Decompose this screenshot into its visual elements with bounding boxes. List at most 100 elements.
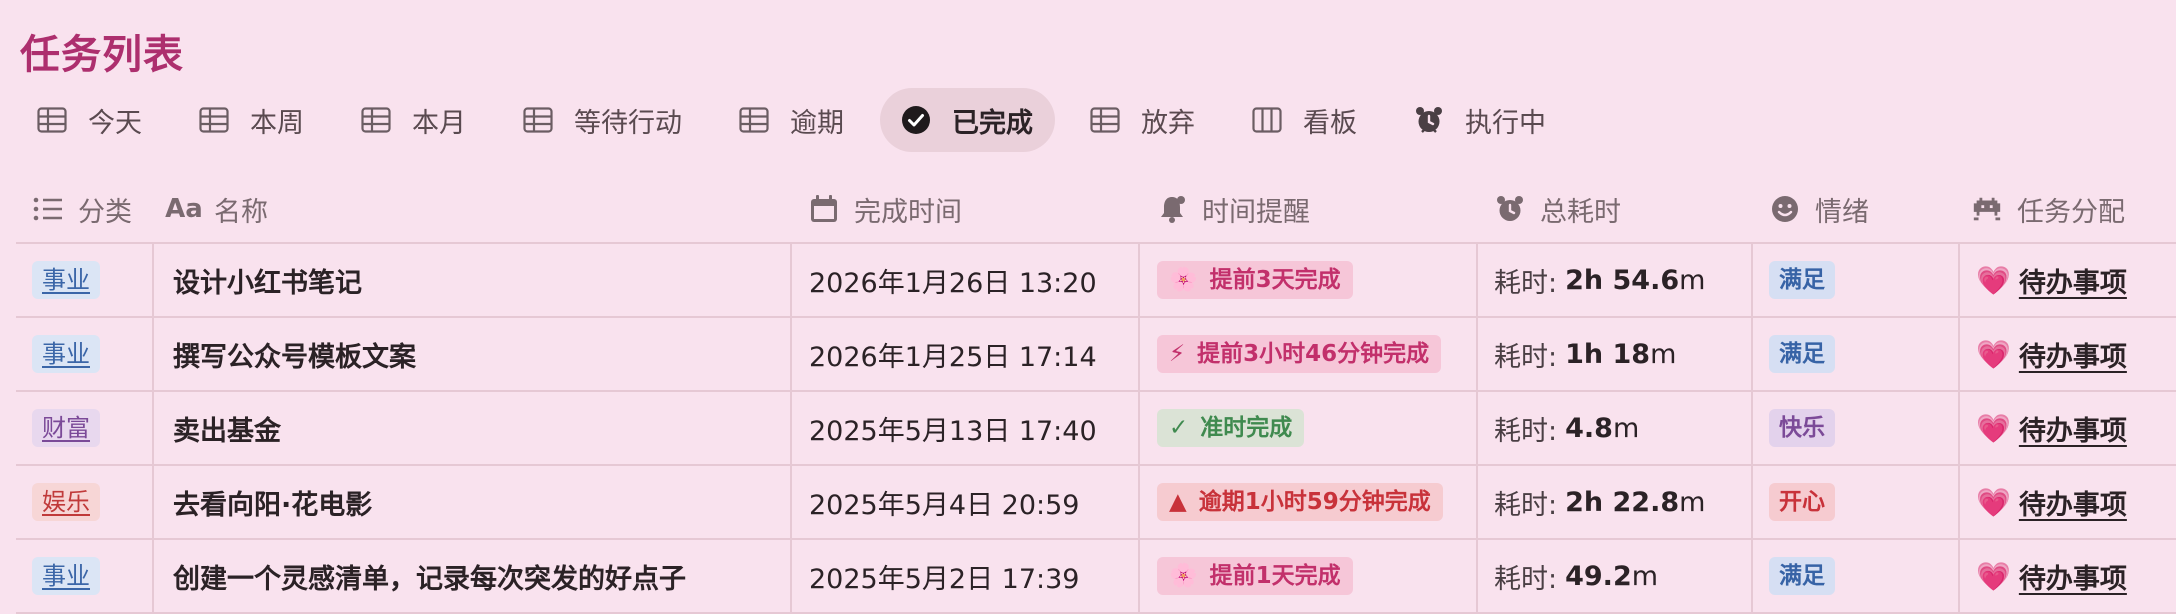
task-name[interactable]: 撰写公众号模板文案 [173, 318, 416, 390]
column-header-category[interactable]: 分类 [32, 176, 132, 242]
mood-tag[interactable]: 满足 [1769, 261, 1835, 299]
table-icon [360, 104, 392, 136]
check-circle-icon [900, 104, 932, 136]
heart-icon: 💗 [1976, 337, 2011, 371]
table-icon [36, 104, 68, 136]
mood-cell[interactable]: 满足 [1769, 244, 1835, 316]
heart-icon: 💗 [1976, 263, 2011, 297]
duration-cell: 耗时: 49.2 m [1494, 560, 1659, 595]
mood-tag[interactable]: 快乐 [1769, 409, 1835, 447]
reminder-badge: ⚡ 提前3小时46分钟完成 [1157, 335, 1442, 373]
check-icon: ✓ [1169, 415, 1189, 441]
view-tabs: 今天 本周 本月 等待行动 逾期 已完成 放弃 看板 执行中 [16, 88, 1582, 152]
tab-waiting[interactable]: 等待行动 [502, 88, 704, 152]
assignment-link[interactable]: 待办事项 [2019, 335, 2127, 374]
tab-board[interactable]: 看板 [1231, 88, 1379, 152]
assignment-link[interactable]: 待办事项 [2019, 483, 2127, 522]
calendar-icon [808, 193, 840, 225]
tab-label: 本周 [250, 107, 304, 139]
table-icon [738, 104, 770, 136]
category-tag[interactable]: 财富 [32, 409, 100, 447]
table-icon [1089, 104, 1121, 136]
bell-icon [1156, 193, 1188, 225]
tab-overdue[interactable]: 逾期 [718, 88, 866, 152]
reminder-cell: ✓ 准时完成 [1157, 392, 1305, 464]
tab-this-week[interactable]: 本周 [178, 88, 326, 152]
category-cell[interactable]: 事业 [32, 318, 100, 390]
tab-label: 等待行动 [574, 107, 682, 139]
blossom-icon: 🌸 [1169, 563, 1198, 589]
task-name[interactable]: 创建一个灵感清单，记录每次突发的好点子 [173, 540, 686, 612]
column-header-assignment[interactable]: 任务分配 [1971, 176, 2125, 242]
category-cell[interactable]: 事业 [32, 540, 100, 612]
assignment-link[interactable]: 待办事项 [2019, 261, 2127, 300]
table-header: 分类 Aa 名称 完成时间 时间提醒 总耗时 情绪 任务分配 [16, 176, 2176, 244]
mood-cell[interactable]: 满足 [1769, 318, 1835, 390]
category-tag[interactable]: 事业 [32, 261, 100, 299]
task-name[interactable]: 去看向阳·花电影 [173, 466, 372, 538]
tab-this-month[interactable]: 本月 [340, 88, 488, 152]
completed-at: 2025年5月13日 17:40 [809, 415, 1097, 447]
category-cell[interactable]: 财富 [32, 392, 100, 464]
category-cell[interactable]: 娱乐 [32, 466, 100, 538]
table-row[interactable]: 娱乐 去看向阳·花电影 2025年5月4日 20:59 ▲ 逾期1小时59分钟完成… [16, 466, 2176, 540]
assignment-cell[interactable]: 💗 待办事项 [1976, 466, 2127, 538]
completed-at: 2025年5月2日 17:39 [809, 563, 1080, 595]
task-name[interactable]: 卖出基金 [173, 392, 281, 464]
reminder-cell: 🌸 提前3天完成 [1157, 244, 1353, 316]
category-cell[interactable]: 事业 [32, 244, 100, 316]
mood-tag[interactable]: 满足 [1769, 557, 1835, 595]
duration-cell: 耗时: 1h 18 m [1494, 338, 1677, 373]
tab-abandoned[interactable]: 放弃 [1069, 88, 1217, 152]
task-name[interactable]: 设计小红书笔记 [173, 244, 362, 316]
duration-cell: 耗时: 2h 22.8 m [1494, 486, 1706, 521]
reminder-cell: ⚡ 提前3小时46分钟完成 [1157, 318, 1442, 390]
assignment-cell[interactable]: 💗 待办事项 [1976, 392, 2127, 464]
table-icon [198, 104, 230, 136]
reminder-badge: 🌸 提前1天完成 [1157, 557, 1353, 595]
text-aa-icon: Aa [165, 194, 203, 224]
table-row[interactable]: 事业 设计小红书笔记 2026年1月26日 13:20 🌸 提前3天完成 耗时: 2… [16, 244, 2176, 318]
mood-cell[interactable]: 开心 [1769, 466, 1835, 538]
assignment-link[interactable]: 待办事项 [2019, 409, 2127, 448]
completed-at: 2026年1月25日 17:14 [809, 341, 1097, 373]
tab-completed[interactable]: 已完成 [880, 88, 1055, 152]
assignment-cell[interactable]: 💗 待办事项 [1976, 540, 2127, 612]
mood-cell[interactable]: 快乐 [1769, 392, 1835, 464]
category-tag[interactable]: 事业 [32, 335, 100, 373]
tab-label: 执行中 [1465, 107, 1546, 139]
assignment-link[interactable]: 待办事项 [2019, 557, 2127, 596]
reminder-cell: ▲ 逾期1小时59分钟完成 [1157, 466, 1443, 538]
completed-at: 2026年1月26日 13:20 [809, 267, 1097, 299]
table-row[interactable]: 财富 卖出基金 2025年5月13日 17:40 ✓ 准时完成 耗时: 4.8 m 快… [16, 392, 2176, 466]
table-icon [522, 104, 554, 136]
mood-cell[interactable]: 满足 [1769, 540, 1835, 612]
tab-label: 逾期 [790, 107, 844, 139]
column-header-reminder[interactable]: 时间提醒 [1156, 176, 1310, 242]
list-icon [32, 193, 64, 225]
mood-tag[interactable]: 满足 [1769, 335, 1835, 373]
table-row[interactable]: 事业 撰写公众号模板文案 2026年1月25日 17:14 ⚡ 提前3小时46分钟… [16, 318, 2176, 392]
tab-today[interactable]: 今天 [16, 88, 164, 152]
mood-tag[interactable]: 开心 [1769, 483, 1835, 521]
alarm-clock-icon [1494, 193, 1526, 225]
category-tag[interactable]: 娱乐 [32, 483, 100, 521]
column-header-completed-at[interactable]: 完成时间 [808, 176, 962, 242]
category-tag[interactable]: 事业 [32, 557, 100, 595]
completed-at: 2025年5月4日 20:59 [809, 489, 1080, 521]
column-header-mood[interactable]: 情绪 [1769, 176, 1869, 242]
reminder-cell: 🌸 提前1天完成 [1157, 540, 1353, 612]
heart-icon: 💗 [1976, 559, 2011, 593]
column-header-name[interactable]: Aa 名称 [165, 176, 268, 242]
table-row[interactable]: 事业 创建一个灵感清单，记录每次突发的好点子 2025年5月2日 17:39 🌸… [16, 540, 2176, 614]
tab-label: 已完成 [952, 107, 1033, 139]
duration-cell: 耗时: 4.8 m [1494, 412, 1640, 447]
tab-in-progress[interactable]: 执行中 [1393, 88, 1568, 152]
tab-label: 本月 [412, 107, 466, 139]
assignment-cell[interactable]: 💗 待办事项 [1976, 318, 2127, 390]
heart-icon: 💗 [1976, 485, 2011, 519]
column-header-duration[interactable]: 总耗时 [1494, 176, 1621, 242]
tab-label: 今天 [88, 107, 142, 139]
assignment-cell[interactable]: 💗 待办事项 [1976, 244, 2127, 316]
invader-icon [1971, 193, 2003, 225]
